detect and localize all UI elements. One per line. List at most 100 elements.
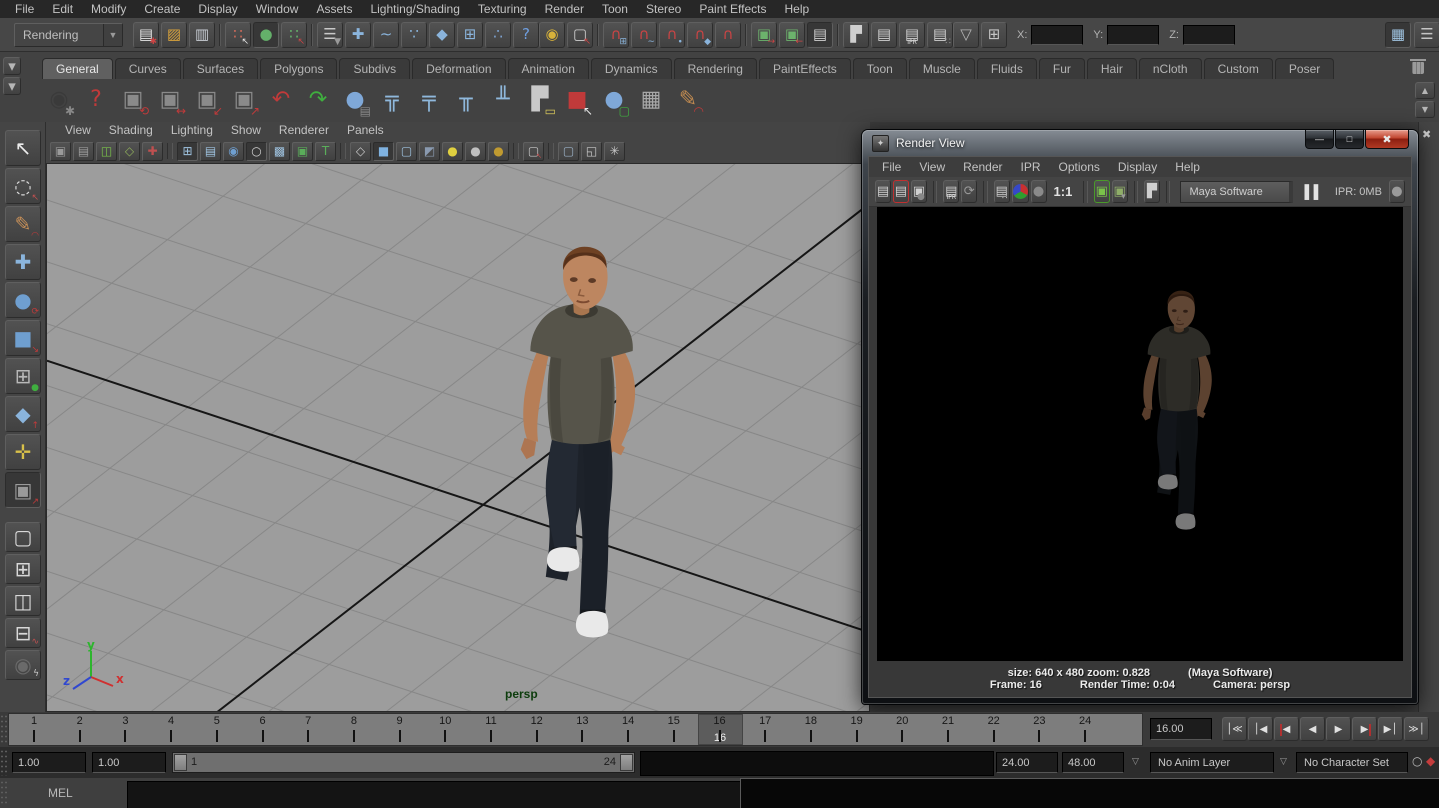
current-time-input[interactable]	[1150, 718, 1212, 740]
anim-layer-select[interactable]: No Anim Layer	[1150, 752, 1274, 773]
camera-zoom-icon[interactable]: ▣↗	[227, 83, 261, 117]
redo-view-change-icon[interactable]: ↷	[301, 83, 335, 117]
use-all-lights-icon[interactable]: ●	[442, 142, 463, 161]
shelf-tab-toon[interactable]: Toon	[853, 58, 907, 79]
minimize-button[interactable]: —	[1305, 130, 1334, 149]
menu-shading[interactable]: Shading	[100, 122, 162, 139]
soft-modification-icon[interactable]: ◆↑	[5, 396, 41, 432]
input-connection-icon[interactable]: ▣→	[751, 22, 777, 48]
rgb-channels-icon[interactable]	[1012, 180, 1029, 203]
menu-help[interactable]: Help	[1166, 157, 1209, 177]
menu-stereo[interactable]: Stereo	[637, 0, 690, 18]
menu-ipr[interactable]: IPR	[1012, 157, 1050, 177]
drag-handle[interactable]	[0, 780, 9, 806]
menu-set-selector[interactable]: Rendering ▼	[14, 23, 123, 47]
magnet-curve-icon[interactable]: ∩∼	[631, 22, 657, 48]
render-current-frame-icon[interactable]: ▤	[871, 22, 897, 48]
select-tool-icon[interactable]: ↖	[5, 130, 41, 166]
universal-manipulator-icon[interactable]: ⊞●	[5, 358, 41, 394]
field-chart-icon[interactable]: ▩	[269, 142, 290, 161]
grid-toggle-icon[interactable]: ⊞	[177, 142, 198, 161]
shelf-tab-painteffects[interactable]: PaintEffects	[759, 58, 851, 79]
go-to-start-button[interactable]: │≪	[1222, 717, 1247, 741]
render-image-canvas[interactable]	[877, 207, 1403, 661]
refresh-shading-icon[interactable]: ⟳	[961, 180, 977, 203]
camera-pan-icon[interactable]: ▣↔	[153, 83, 187, 117]
isolate-select-icon[interactable]: ▢↖	[523, 142, 544, 161]
shelf-tab-toggle-icon[interactable]: ▾	[3, 57, 21, 75]
outliner-pane-layout-icon[interactable]: ◫	[5, 586, 41, 616]
redo-previous-render-icon[interactable]: ▤	[875, 180, 891, 203]
step-forward-frame-button[interactable]: ▶│	[1378, 717, 1403, 741]
open-render-view-icon[interactable]: ▛	[843, 22, 869, 48]
shelf-menu-icon[interactable]: ▾	[3, 77, 21, 95]
menu-panels[interactable]: Panels	[338, 122, 393, 139]
x-field[interactable]	[1031, 25, 1083, 45]
image-plane-icon[interactable]: ◇	[119, 142, 140, 161]
shelf-tab-deformation[interactable]: Deformation	[412, 58, 505, 79]
menu-edit[interactable]: Edit	[43, 0, 82, 18]
save-scene-icon[interactable]: ▥	[189, 22, 215, 48]
anim-layer-menu-icon[interactable]: ▽	[1132, 756, 1139, 767]
shading-group-icon[interactable]: ▦	[634, 83, 668, 117]
animation-end-input[interactable]	[1062, 752, 1124, 773]
ipr-render-icon[interactable]: ▤IPR	[899, 22, 925, 48]
shelf-scroll-down-icon[interactable]: ▼	[1415, 101, 1435, 118]
2d-pan-zoom-icon[interactable]: ✚	[142, 142, 163, 161]
shelf-tab-muscle[interactable]: Muscle	[909, 58, 975, 79]
snap-curve-icon[interactable]: ∼	[373, 22, 399, 48]
range-end-handle[interactable]	[620, 754, 633, 771]
playback-range-slider[interactable]: 1 24	[172, 752, 635, 773]
move-tool-icon[interactable]: ✚	[5, 244, 41, 280]
select-object-icon[interactable]: ●	[253, 22, 279, 48]
shelf-tab-rendering[interactable]: Rendering	[674, 58, 757, 79]
layout-grid-icon[interactable]: ⊞	[981, 22, 1007, 48]
menu-window[interactable]: Window	[247, 0, 308, 18]
camera-select-icon[interactable]: ▣	[50, 142, 71, 161]
playback-end-input[interactable]	[996, 752, 1058, 773]
shelf-tab-subdivs[interactable]: Subdivs	[339, 58, 410, 79]
menu-paint-effects[interactable]: Paint Effects	[690, 0, 775, 18]
step-back-frame-button[interactable]: │◀	[1248, 717, 1273, 741]
shelf-tab-surfaces[interactable]: Surfaces	[183, 58, 258, 79]
renderer-select[interactable]: Maya Software	[1180, 181, 1293, 203]
drag-handle[interactable]	[0, 749, 9, 776]
render-sequence-icon[interactable]: ▤∷	[927, 22, 953, 48]
select-component-icon[interactable]: ∷↖	[281, 22, 307, 48]
shelf-trash-icon[interactable]	[1409, 56, 1427, 76]
help-mode-icon[interactable]: ?	[513, 22, 539, 48]
lasso-select-tool-icon[interactable]: ◌↖	[5, 168, 41, 204]
camera-attributes-icon[interactable]: ▤	[73, 142, 94, 161]
bounding-box-icon[interactable]: ▢	[396, 142, 417, 161]
menu-lighting[interactable]: Lighting	[162, 122, 222, 139]
shelf-tab-animation[interactable]: Animation	[508, 58, 589, 79]
undo-view-change-icon[interactable]: ↶	[264, 83, 298, 117]
spreadsheet-icon[interactable]: ▦	[1385, 22, 1411, 48]
render-current-frame-icon[interactable]: ▤	[893, 180, 909, 203]
highlight-selection-icon[interactable]: ▢↖	[567, 22, 593, 48]
camera-orbit-icon[interactable]: ▣⟲	[116, 83, 150, 117]
command-input[interactable]	[127, 781, 741, 808]
ipr-render-icon[interactable]: ▤IPR	[943, 180, 959, 203]
shelf-tab-custom[interactable]: Custom	[1204, 58, 1273, 79]
shelf-tab-poser[interactable]: Poser	[1275, 58, 1334, 79]
resolution-gate-icon[interactable]: ◉	[223, 142, 244, 161]
xray-active-icon[interactable]: ◱	[581, 142, 602, 161]
menu-help[interactable]: Help	[776, 0, 819, 18]
paint-select-tool-icon[interactable]: ✎◠	[5, 206, 41, 242]
snap-lattice-icon[interactable]: ⊞	[457, 22, 483, 48]
disconnect-nodes-icon[interactable]: ╤	[412, 83, 446, 117]
shelf-tab-curves[interactable]: Curves	[115, 58, 181, 79]
show-manipulator-icon[interactable]: ✛	[5, 434, 41, 470]
snap-menu-icon[interactable]: ☰▼	[317, 22, 343, 48]
textured-icon[interactable]: ◩	[419, 142, 440, 161]
close-button[interactable]: ✖	[1365, 130, 1409, 149]
shelf-tab-fluids[interactable]: Fluids	[977, 58, 1037, 79]
display-menu-icon[interactable]: ▽	[953, 22, 979, 48]
select-hierarchy-icon[interactable]: ∷↖	[225, 22, 251, 48]
gate-mask-icon[interactable]: ○	[246, 142, 267, 161]
no-lights-icon[interactable]: ●	[488, 142, 509, 161]
step-forward-key-button[interactable]: ▶	[1352, 717, 1377, 741]
viewport-canvas[interactable]: y x z persp	[46, 163, 870, 712]
alpha-channel-icon[interactable]: ●	[1031, 180, 1047, 203]
